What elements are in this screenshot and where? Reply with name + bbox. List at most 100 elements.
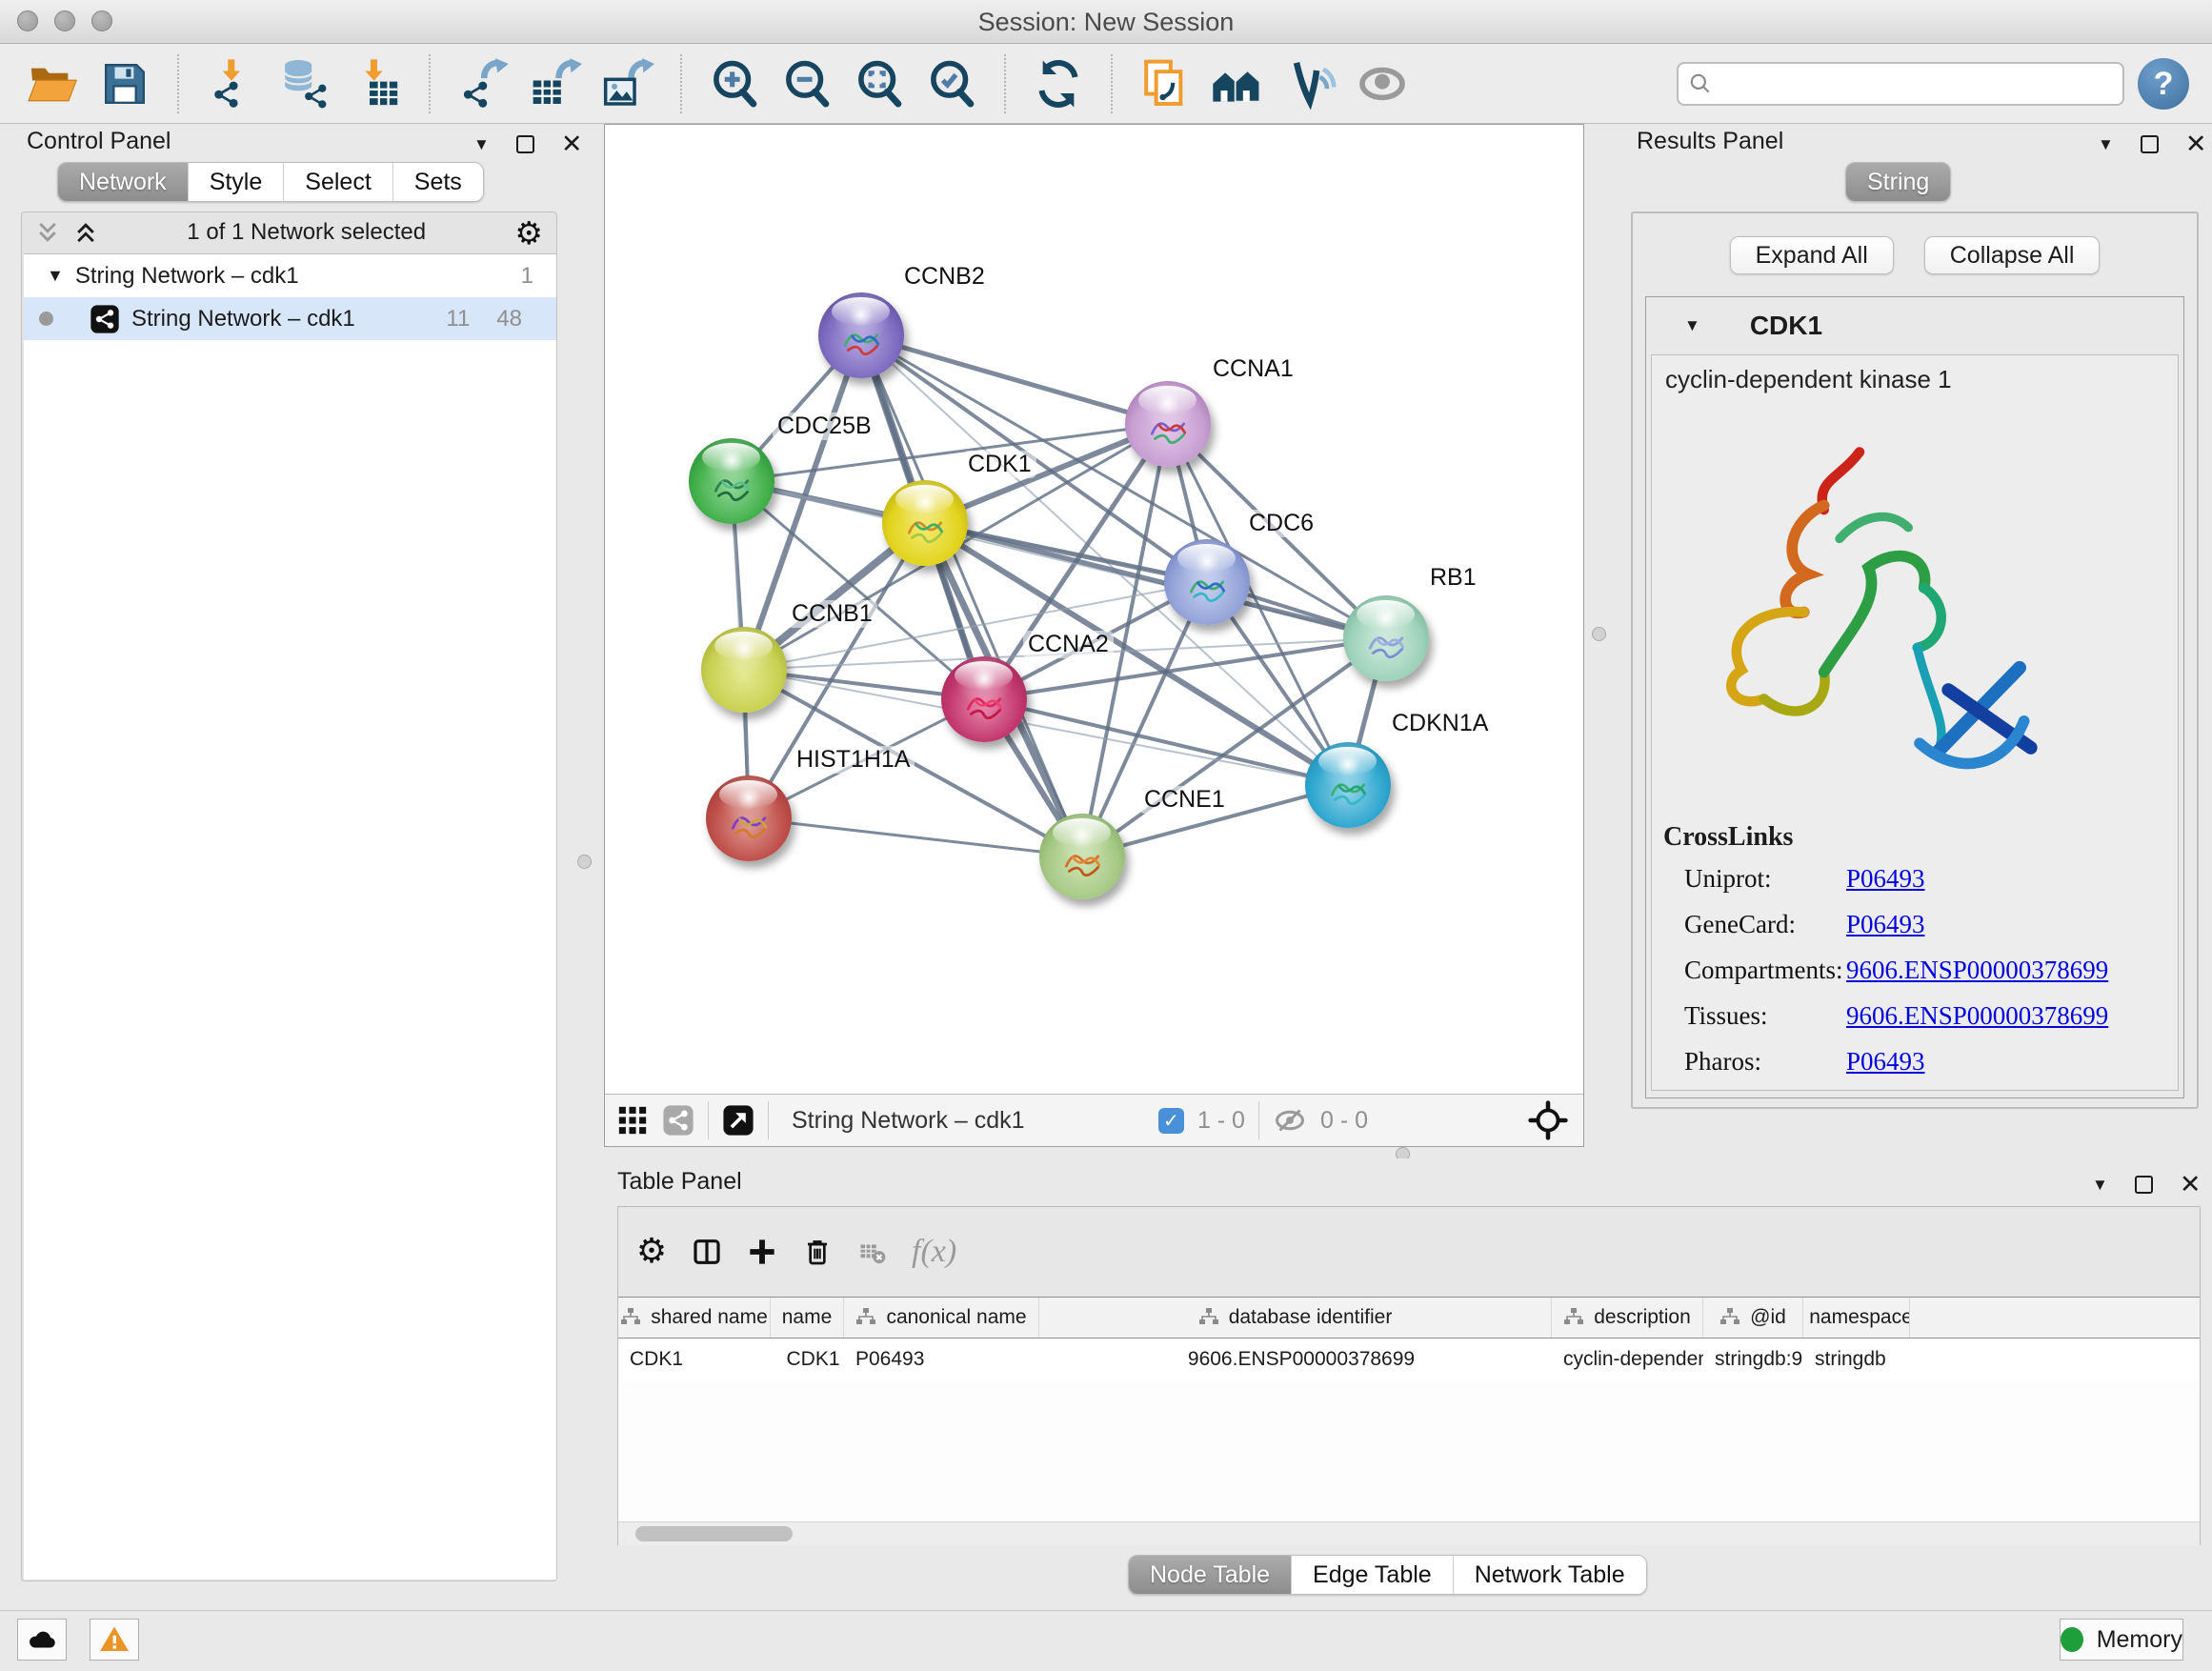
delete-table-icon[interactable]: [856, 1236, 889, 1268]
node-details-header[interactable]: ▼ CDK1: [1646, 297, 2183, 354]
network-node-CCNA1[interactable]: [1125, 381, 1211, 467]
open-panels-icon[interactable]: [1136, 54, 1195, 113]
export-network-icon[interactable]: [453, 54, 513, 113]
table-toolbar: ⚙ f(x): [618, 1207, 2200, 1297]
search-input[interactable]: [1720, 70, 2101, 97]
bird-eye-navigator-icon[interactable]: [1528, 1100, 1568, 1140]
cell-database-identifier[interactable]: 9606.ENSP00000378699: [1039, 1339, 1552, 1380]
results-panel-close-icon[interactable]: ✕: [2185, 131, 2207, 157]
delete-column-icon[interactable]: [801, 1236, 834, 1268]
table-panel-close-icon[interactable]: ✕: [2180, 1172, 2202, 1198]
section-collapse-icon[interactable]: ▼: [1684, 316, 1700, 335]
network-node-CCNE1[interactable]: [1039, 814, 1125, 899]
control-panel-close-icon[interactable]: ✕: [561, 131, 583, 157]
memory-button[interactable]: Memory: [2060, 1619, 2183, 1661]
network-row[interactable]: String Network – cdk1 11 48: [24, 297, 556, 340]
tab-network[interactable]: Network: [58, 163, 188, 201]
table-panel-float-icon[interactable]: ▼: [2092, 1176, 2108, 1195]
network-collection-row[interactable]: ▼ String Network – cdk1 1: [24, 254, 556, 297]
tab-style[interactable]: Style: [188, 163, 284, 201]
network-node-CDC6[interactable]: [1164, 539, 1250, 625]
column-header-database-identifier[interactable]: database identifier: [1039, 1298, 1552, 1338]
tab-edge-table[interactable]: Edge Table: [1291, 1556, 1453, 1594]
right-splitter-handle[interactable]: [1592, 627, 1606, 641]
show-columns-icon[interactable]: [691, 1236, 723, 1268]
network-canvas[interactable]: CCNB2CCNA1CDC25BCDK1CDC6RB1CCNB1CCNA2CDK…: [605, 125, 1583, 1094]
scrollbar-thumb[interactable]: [635, 1526, 793, 1541]
cell-id[interactable]: stringdb:9...: [1703, 1339, 1803, 1380]
cell-namespace[interactable]: stringdb: [1803, 1339, 1910, 1380]
crosslink-uniprot-link[interactable]: P06493: [1846, 864, 1925, 894]
network-node-CDK1[interactable]: [882, 480, 968, 566]
column-header-canonical-name[interactable]: canonical name: [844, 1298, 1039, 1338]
hidden-eye-slash-icon[interactable]: [1273, 1103, 1307, 1137]
column-header-namespace[interactable]: namespace: [1803, 1298, 1910, 1338]
apply-layout-icon[interactable]: [1029, 54, 1088, 113]
network-node-CDKN1A[interactable]: [1305, 742, 1391, 828]
import-network-database-icon[interactable]: [274, 54, 333, 113]
table-horizontal-scrollbar[interactable]: [618, 1521, 2200, 1545]
results-panel-restore-icon[interactable]: [2141, 135, 2159, 153]
selected-checkbox-icon[interactable]: ✓: [1158, 1108, 1184, 1134]
detach-view-icon[interactable]: [722, 1104, 754, 1137]
crosslink-pharos-link[interactable]: P06493: [1846, 1047, 1925, 1077]
zoom-fit-icon[interactable]: [850, 54, 909, 113]
results-panel-float-icon[interactable]: ▼: [2098, 135, 2114, 154]
grid-view-icon[interactable]: [616, 1104, 649, 1137]
network-node-CCNB1[interactable]: [701, 627, 787, 713]
tab-network-table[interactable]: Network Table: [1453, 1556, 1646, 1594]
search-box[interactable]: [1677, 62, 2124, 106]
network-node-HIST1H1A[interactable]: [706, 775, 792, 861]
save-session-icon[interactable]: [95, 54, 154, 113]
tab-node-table[interactable]: Node Table: [1129, 1556, 1291, 1594]
cell-shared-name[interactable]: CDK1: [618, 1339, 771, 1380]
network-options-gear-icon[interactable]: ⚙: [514, 217, 543, 249]
tab-string[interactable]: String: [1846, 163, 1950, 201]
crosslink-genecard-link[interactable]: P06493: [1846, 910, 1925, 939]
left-splitter-handle[interactable]: [577, 855, 592, 869]
column-header-shared-name[interactable]: shared name: [618, 1298, 771, 1338]
table-row[interactable]: CDK1 CDK1 P06493 9606.ENSP00000378699 cy…: [618, 1339, 2200, 1380]
table-options-gear-icon[interactable]: ⚙: [635, 1236, 668, 1268]
control-panel-float-icon[interactable]: ▼: [473, 135, 490, 154]
help-button[interactable]: ?: [2138, 58, 2189, 110]
column-header-name[interactable]: name: [771, 1298, 844, 1338]
cell-name[interactable]: CDK1: [771, 1339, 844, 1380]
preview-eye-icon[interactable]: [1353, 54, 1412, 113]
zoom-in-icon[interactable]: [705, 54, 764, 113]
export-image-icon[interactable]: [598, 54, 657, 113]
warnings-button[interactable]: [90, 1619, 139, 1661]
show-networks-home-icon[interactable]: [1208, 54, 1267, 113]
column-header-id[interactable]: @id: [1703, 1298, 1803, 1338]
collapse-all-chevron-icon[interactable]: [35, 220, 60, 245]
vizmapper-icon[interactable]: [1280, 54, 1339, 113]
network-node-CCNB2[interactable]: [818, 292, 904, 378]
import-network-file-icon[interactable]: [202, 54, 261, 113]
control-panel-restore-icon[interactable]: [516, 135, 534, 153]
import-table-icon[interactable]: [347, 54, 406, 113]
cell-canonical-name[interactable]: P06493: [844, 1339, 1039, 1380]
zoom-out-icon[interactable]: [777, 54, 836, 113]
network-node-CCNA2[interactable]: [941, 656, 1027, 742]
collapse-all-button[interactable]: Collapse All: [1924, 236, 2101, 274]
crosslink-tissues-link[interactable]: 9606.ENSP00000378699: [1846, 1001, 2108, 1031]
export-table-icon[interactable]: [526, 54, 585, 113]
expand-all-button[interactable]: Expand All: [1730, 236, 1894, 274]
network-node-RB1[interactable]: [1343, 595, 1429, 681]
network-collection-label: String Network – cdk1: [75, 263, 299, 290]
network-node-CDC25B[interactable]: [689, 438, 774, 524]
function-builder-icon[interactable]: f(x): [912, 1234, 956, 1270]
expand-all-chevron-icon[interactable]: [73, 220, 98, 245]
tab-sets[interactable]: Sets: [392, 163, 483, 201]
open-session-icon[interactable]: [23, 54, 82, 113]
tab-select[interactable]: Select: [283, 163, 392, 201]
table-panel-restore-icon[interactable]: [2135, 1176, 2153, 1194]
network-view-share-icon[interactable]: [662, 1104, 694, 1137]
column-header-description[interactable]: description: [1552, 1298, 1703, 1338]
cloud-status-button[interactable]: [17, 1619, 67, 1661]
crosslink-compartments-link[interactable]: 9606.ENSP00000378699: [1846, 956, 2108, 985]
zoom-selected-icon[interactable]: [922, 54, 981, 113]
cell-description[interactable]: cyclin-dependent ...: [1552, 1339, 1703, 1380]
create-column-icon[interactable]: [746, 1236, 778, 1268]
tree-expand-icon[interactable]: ▼: [47, 266, 64, 286]
